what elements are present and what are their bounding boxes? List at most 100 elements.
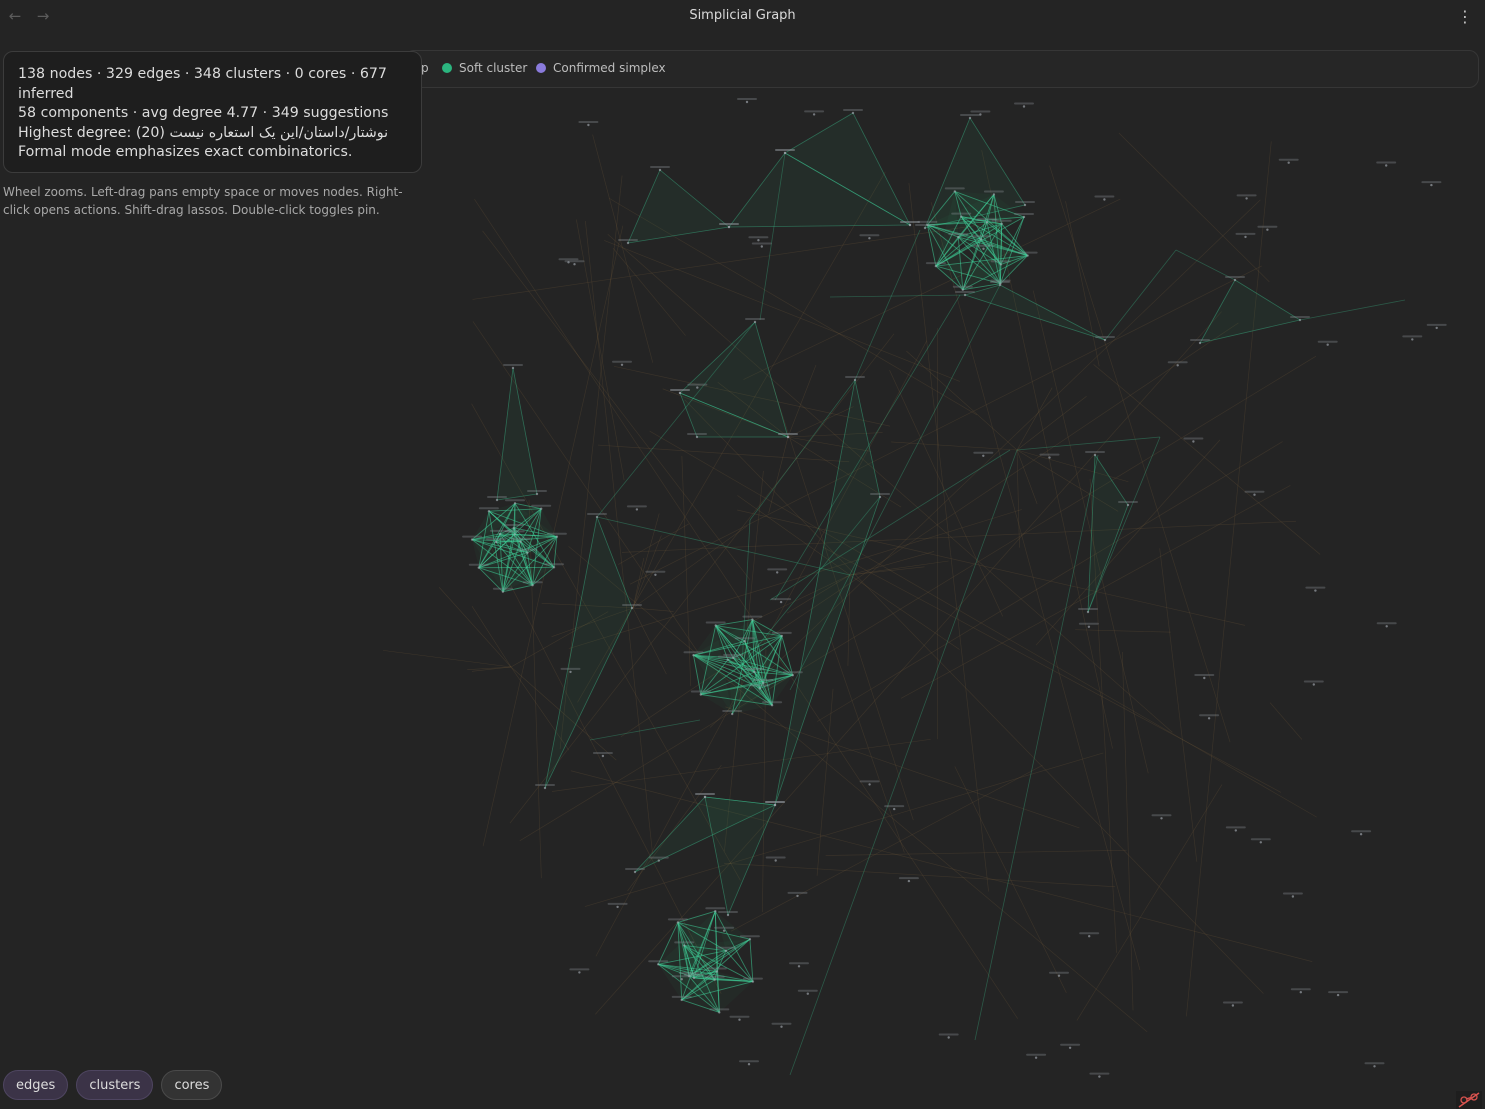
graph-node[interactable] — [853, 378, 857, 382]
graph-node[interactable] — [633, 870, 637, 874]
graph-node[interactable] — [878, 495, 882, 499]
graph-node[interactable] — [1430, 183, 1433, 187]
graph-node[interactable] — [1266, 228, 1269, 231]
graph-node[interactable] — [1336, 993, 1340, 997]
graph-node[interactable] — [1244, 235, 1247, 239]
graph-node[interactable] — [680, 998, 683, 1002]
graph-node[interactable] — [727, 225, 731, 229]
graph-node[interactable] — [907, 879, 911, 883]
graph-node[interactable] — [1234, 829, 1238, 832]
graph-node[interactable] — [1068, 1046, 1072, 1050]
graph-node[interactable] — [868, 237, 871, 240]
graph-node[interactable] — [512, 526, 515, 530]
graph-node[interactable] — [985, 221, 989, 224]
graph-node[interactable] — [487, 510, 491, 513]
graph-node[interactable] — [1192, 440, 1195, 443]
graph-node[interactable] — [513, 533, 516, 536]
graph-node[interactable] — [501, 590, 505, 593]
graph-node[interactable] — [1326, 343, 1329, 346]
graph-node[interactable] — [1093, 453, 1097, 457]
graph-node[interactable] — [1312, 683, 1316, 686]
graph-node[interactable] — [626, 241, 630, 245]
graph-node[interactable] — [678, 391, 682, 395]
graph-node[interactable] — [1298, 318, 1302, 322]
graph-node[interactable] — [812, 113, 816, 116]
graph-node[interactable] — [573, 263, 576, 266]
graph-node[interactable] — [751, 980, 755, 983]
graph-node[interactable] — [731, 712, 734, 716]
graph-node[interactable] — [957, 235, 960, 239]
graph-node[interactable] — [477, 566, 480, 569]
graph-node[interactable] — [779, 600, 783, 604]
graph-node[interactable] — [961, 288, 964, 291]
graph-node[interactable] — [1314, 589, 1317, 592]
graph-node[interactable] — [1373, 1065, 1376, 1068]
graph-node[interactable] — [587, 123, 590, 127]
graph-node[interactable] — [753, 320, 757, 324]
graph-node[interactable] — [893, 807, 896, 811]
graph-node[interactable] — [722, 929, 726, 932]
graph-node[interactable] — [714, 910, 717, 913]
graph-node[interactable] — [657, 859, 660, 862]
graph-node[interactable] — [724, 949, 728, 952]
graph-node[interactable] — [1103, 198, 1106, 201]
graph-node[interactable] — [923, 226, 927, 230]
graph-node[interactable] — [695, 435, 699, 439]
graph-node[interactable] — [745, 100, 749, 104]
graph-node[interactable] — [773, 803, 777, 807]
graph-node[interactable] — [1022, 215, 1026, 219]
graph-node[interactable] — [1245, 197, 1248, 200]
graph-node[interactable] — [567, 261, 570, 264]
graph-node[interactable] — [699, 693, 702, 696]
graph-node[interactable] — [776, 571, 779, 574]
graph-node[interactable] — [770, 704, 774, 707]
graph-node[interactable] — [791, 674, 794, 677]
legend-item-soft-cluster[interactable]: Soft cluster — [442, 61, 527, 75]
toggle-edges[interactable]: edges — [3, 1070, 69, 1100]
graph-node[interactable] — [963, 293, 967, 297]
graph-node[interactable] — [757, 239, 760, 242]
graph-node[interactable] — [535, 492, 539, 496]
graph-node[interactable] — [657, 963, 660, 966]
graph-node[interactable] — [578, 971, 581, 974]
graph-node[interactable] — [979, 238, 983, 241]
graph-node[interactable] — [569, 670, 572, 674]
graph-node[interactable] — [540, 507, 543, 510]
graph-node[interactable] — [783, 151, 787, 155]
graph-node[interactable] — [696, 386, 699, 389]
graph-node[interactable] — [1098, 1075, 1101, 1078]
graph-node[interactable] — [1359, 833, 1363, 836]
graph-node[interactable] — [774, 859, 777, 862]
graph-node[interactable] — [1087, 625, 1091, 628]
graph-node[interactable] — [1411, 338, 1414, 341]
graph-node[interactable] — [635, 508, 639, 511]
toggle-cores[interactable]: cores — [161, 1070, 223, 1100]
graph-node[interactable] — [692, 976, 696, 980]
graph-node[interactable] — [1291, 895, 1295, 898]
graph-node[interactable] — [908, 223, 912, 227]
graph-node[interactable] — [738, 1018, 741, 1021]
graph-node[interactable] — [947, 1036, 950, 1039]
graph-node[interactable] — [616, 905, 619, 909]
graph-node[interactable] — [680, 978, 683, 981]
graph-node[interactable] — [1435, 326, 1438, 330]
graph-node[interactable] — [676, 921, 680, 924]
graph-node[interactable] — [1022, 105, 1026, 108]
graph-node[interactable] — [1103, 338, 1107, 342]
graph-node[interactable] — [786, 435, 790, 439]
graph-node[interactable] — [494, 540, 498, 544]
graph-node[interactable] — [753, 670, 756, 674]
graph-node[interactable] — [747, 1063, 751, 1066]
graph-node[interactable] — [543, 786, 547, 790]
graph-node[interactable] — [1231, 1004, 1235, 1007]
graph-node[interactable] — [713, 978, 716, 981]
graph-node[interactable] — [1207, 717, 1211, 720]
graph-node[interactable] — [470, 538, 474, 541]
graph-node[interactable] — [703, 795, 707, 799]
legend-item-confirmed-simplex[interactable]: Confirmed simplex — [536, 61, 666, 75]
graph-node[interactable] — [992, 193, 996, 196]
legend-item-truncated[interactable]: p — [421, 61, 429, 75]
graph-node[interactable] — [1126, 503, 1130, 507]
graph-node[interactable] — [797, 965, 801, 968]
graph-node[interactable] — [762, 681, 765, 685]
